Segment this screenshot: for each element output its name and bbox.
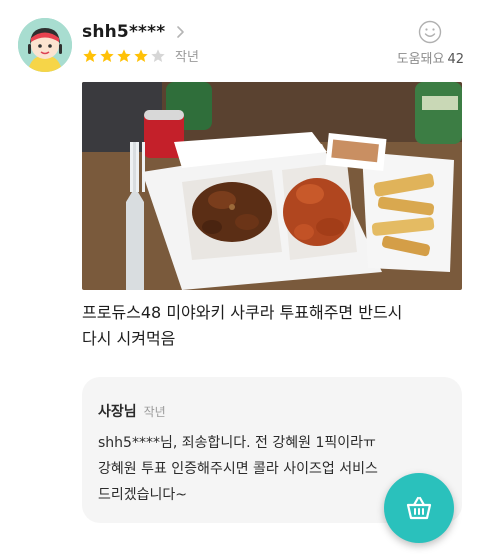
star-empty-icon bbox=[151, 48, 165, 62]
review-username[interactable]: shh5**** bbox=[82, 22, 165, 42]
helpful-count: 42 bbox=[447, 52, 464, 67]
smiley-icon bbox=[418, 20, 442, 44]
review-text-line: 다시 시켜먹음 bbox=[82, 329, 176, 348]
owner-name: 사장님 bbox=[98, 404, 137, 420]
avatar-illustration bbox=[18, 18, 72, 72]
star-filled-icon bbox=[117, 48, 131, 62]
star-rating bbox=[82, 48, 166, 64]
chevron-right-icon bbox=[177, 26, 185, 38]
rating-row: 작년 bbox=[82, 46, 199, 65]
star-filled-icon bbox=[83, 48, 97, 62]
helpful-label: 도움돼요 bbox=[396, 52, 445, 67]
owner-reply-line: shh5****님, 죄송합니다. 전 강혜원 1픽이라ㅠ bbox=[98, 435, 376, 451]
helpful-label-row: 도움돼요 42 bbox=[397, 48, 464, 67]
username-row[interactable]: shh5**** bbox=[82, 22, 187, 42]
food-photo-image bbox=[82, 82, 462, 290]
review-text: 프로듀스48 미야와키 사쿠라 투표해주면 반드시 다시 시켜먹음 bbox=[82, 300, 467, 352]
review-header: shh5**** 작년 도움돼요 42 bbox=[0, 0, 480, 80]
star-filled-icon bbox=[100, 48, 114, 62]
review-text-line: 프로듀스48 미야와키 사쿠라 투표해주면 반드시 bbox=[82, 303, 403, 322]
review-photo[interactable] bbox=[82, 82, 462, 290]
owner-reply-line: 강혜원 투표 인증해주시면 콜라 사이즈업 서비스 bbox=[98, 461, 378, 477]
owner-reply-header: 사장님 작년 bbox=[98, 401, 166, 421]
basket-icon bbox=[406, 496, 432, 520]
avatar[interactable] bbox=[18, 18, 72, 72]
owner-reply-date: 작년 bbox=[143, 405, 166, 419]
cart-button[interactable] bbox=[384, 473, 454, 543]
review-date: 작년 bbox=[175, 50, 199, 65]
helpful-button[interactable]: 도움돼요 42 bbox=[384, 20, 464, 67]
star-filled-icon bbox=[134, 48, 148, 62]
